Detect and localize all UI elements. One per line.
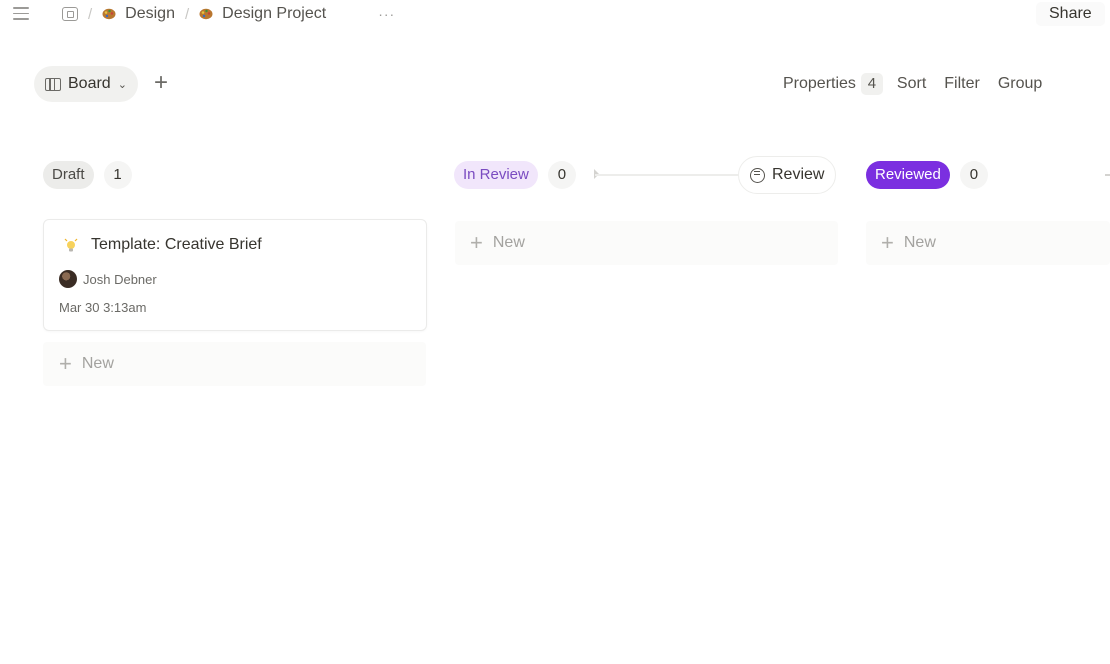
sort-button[interactable]: Sort <box>897 75 926 93</box>
status-badge-in-review[interactable]: In Review <box>454 161 538 189</box>
breadcrumb-item-design-project[interactable]: Design Project <box>199 5 326 23</box>
card-person: Josh Debner <box>59 270 157 288</box>
properties-button[interactable]: Properties <box>783 75 856 93</box>
column-header-reviewed: Reviewed 0 <box>866 160 988 190</box>
board-card[interactable]: Template: Creative Brief Josh Debner Mar… <box>43 219 427 331</box>
share-button[interactable]: Share <box>1036 2 1105 26</box>
palette-icon <box>199 8 213 20</box>
breadcrumb-separator: / <box>184 5 190 23</box>
new-card-button[interactable]: + New <box>43 342 426 386</box>
column-count: 0 <box>959 161 988 189</box>
column-count: 0 <box>547 161 576 189</box>
card-title: Template: Creative Brief <box>64 236 262 254</box>
status-badge-draft[interactable]: Draft <box>43 161 94 189</box>
lightbulb-icon <box>64 238 78 252</box>
add-view-button[interactable]: + <box>150 71 172 97</box>
more-options-icon[interactable]: ··· <box>378 6 395 22</box>
view-options: Properties 4 Sort Filter Group <box>783 73 1042 95</box>
card-title-text: Template: Creative Brief <box>91 236 262 253</box>
flow-connector <box>595 174 740 176</box>
view-label: Board <box>68 75 111 92</box>
flow-connector <box>1105 174 1110 176</box>
breadcrumb-label: Design <box>125 5 175 22</box>
status-badge-reviewed[interactable]: Reviewed <box>866 161 950 189</box>
card-date: Mar 30 3:13am <box>59 300 147 315</box>
column-header-in-review: In Review 0 <box>454 160 576 190</box>
filter-button[interactable]: Filter <box>944 75 980 93</box>
breadcrumb-item-design[interactable]: Design <box>102 5 175 23</box>
plus-icon: + <box>881 230 894 255</box>
review-button-label: Review <box>772 166 825 183</box>
plus-icon: + <box>470 230 483 255</box>
plus-icon: + <box>59 351 72 376</box>
board-icon <box>45 77 61 91</box>
page-icon[interactable] <box>62 7 78 21</box>
palette-icon <box>102 8 116 20</box>
breadcrumb-separator: / <box>88 5 93 23</box>
hamburger-icon[interactable] <box>13 7 29 21</box>
new-label: New <box>492 234 525 251</box>
avatar <box>59 270 77 288</box>
review-button[interactable]: Review <box>738 156 837 194</box>
new-label: New <box>903 234 936 251</box>
chevron-down-icon: ⌄ <box>117 78 127 91</box>
new-card-button[interactable]: + New <box>866 221 1110 265</box>
group-button[interactable]: Group <box>998 75 1042 93</box>
person-name: Josh Debner <box>83 271 157 287</box>
new-label: New <box>81 355 114 372</box>
chat-bubble-icon <box>750 167 765 183</box>
new-card-button[interactable]: + New <box>455 221 838 265</box>
breadcrumb: / Design / Design Project ··· <box>62 4 395 24</box>
top-bar: / Design / Design Project ··· Share <box>0 0 1110 28</box>
breadcrumb-label: Design Project <box>222 5 327 22</box>
column-header-draft: Draft 1 <box>43 160 132 190</box>
view-selector-button[interactable]: Board ⌄ <box>34 66 138 102</box>
column-count: 1 <box>103 161 132 189</box>
properties-count-badge: 4 <box>860 73 883 95</box>
